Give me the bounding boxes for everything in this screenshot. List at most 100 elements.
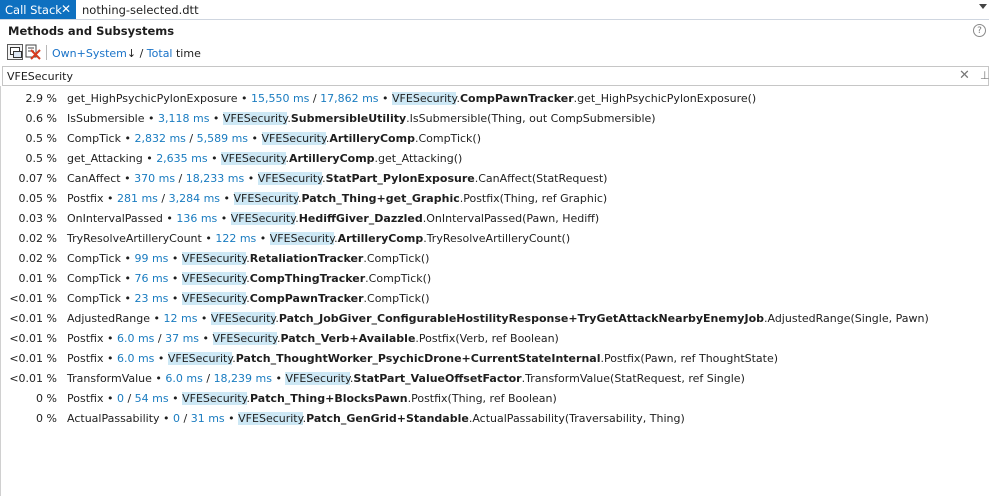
percent-value: 0.07 % [18,172,57,185]
time-slash: / [175,172,186,185]
class-name: HediffGiver_Dazzled [298,212,423,225]
own-time: 281 ms [116,192,158,205]
class-name: StatPart_PylonExposure [325,172,475,185]
list-item[interactable]: 0 % Postfix • 0 / 54 ms • VFESecurity.Pat… [0,389,989,409]
pin-icon[interactable]: ⊥ [980,69,989,82]
method-signature: .Postfix(Thing, ref Graphic) [459,192,608,205]
row-content: CompTick • 23 ms • VFESecurity.CompPawnT… [67,289,430,309]
list-item[interactable]: <0.01 % Postfix • 6.0 ms / 37 ms • VFESec… [0,329,989,349]
list-item[interactable]: 0.07 % CanAffect • 370 ms / 18,233 ms • V… [0,169,989,189]
method-signature: .get_HighPsychicPylonExposure() [573,92,757,105]
list-item[interactable]: 0.03 % OnIntervalPassed • 136 ms • VFESec… [0,209,989,229]
total-time: 3,284 ms [168,192,221,205]
row-content: TryResolveArtilleryCount • 122 ms • VFES… [67,229,570,249]
percent-value: 0.5 % [25,152,57,165]
row-content: ActualPassability • 0 / 31 ms • VFESecur… [67,409,685,429]
list-item[interactable]: <0.01 % TransformValue • 6.0 ms / 18,239 … [0,369,989,389]
own-time: 370 ms [134,172,176,185]
time-slash: / [157,192,169,205]
close-icon[interactable]: ✕ [61,2,71,16]
time-slash: / [202,372,214,385]
list-item[interactable]: 2.9 % get_HighPsychicPylonExposure • 15,5… [0,89,989,109]
list-item[interactable]: 0.05 % Postfix • 281 ms / 3,284 ms • VFES… [0,189,989,209]
percent-value: 0.5 % [25,132,57,145]
namespace-highlight: VFESecurity [221,152,286,165]
window-layout-icon[interactable] [7,44,23,60]
class-name: ArtilleryComp [337,232,424,245]
method-name: CanAffect [67,172,121,185]
tab-call-stack-label: Call Stack [5,2,62,17]
namespace-highlight: VFESecurity [230,212,296,225]
tab-nothing-selected[interactable]: nothing-selected.dtt [82,0,199,19]
class-name: CompPawnTracker [249,292,364,305]
method-signature: .TransformValue(StatRequest, ref Single) [521,372,745,385]
own-time: 0 [173,412,181,425]
total-time: 18,233 ms [185,172,245,185]
list-item[interactable]: <0.01 % Postfix • 6.0 ms • VFESecurity.Pa… [0,349,989,369]
row-content: CompTick • 76 ms • VFESecurity.CompThing… [67,269,431,289]
total-time: 54 ms [134,392,169,405]
list-item[interactable]: 0.5 % get_Attacking • 2,635 ms • VFESecur… [0,149,989,169]
list-item[interactable]: <0.01 % CompTick • 23 ms • VFESecurity.Co… [0,289,989,309]
chevron-down-icon[interactable] [979,4,987,9]
percent-value: 0.02 % [18,252,57,265]
time-slash: / [180,412,191,425]
mode-time-label: time [172,47,201,60]
method-signature: .IsSubmersible(Thing, out CompSubmersibl… [406,112,656,125]
row-content: Postfix • 0 / 54 ms • VFESecurity.Patch_… [67,389,557,409]
list-item[interactable]: 0.5 % CompTick • 2,832 ms / 5,589 ms • VF… [0,129,989,149]
own-system-link[interactable]: Own+System [52,47,127,60]
list-item[interactable]: <0.01 % AdjustedRange • 12 ms • VFESecuri… [0,309,989,329]
list-item[interactable]: 0.01 % CompTick • 76 ms • VFESecurity.Com… [0,269,989,289]
help-icon[interactable]: ? [973,24,986,37]
bullet-separator: • [142,152,157,165]
percent-value: 0 % [36,412,57,425]
time-slash: / [309,92,321,105]
own-time: 23 ms [134,292,169,305]
bullet-separator: • [199,332,213,345]
clear-search-icon[interactable]: ✕ [959,68,970,83]
bullet-separator: • [150,312,164,325]
bullet-separator: • [168,272,182,285]
method-name: Postfix [67,352,104,365]
method-name: TryResolveArtilleryCount [67,232,202,245]
method-name: TransformValue [67,372,152,385]
total-time: 5,589 ms [196,132,249,145]
class-name: Patch_Thing+BlocksPawn [250,392,408,405]
method-name: Postfix [67,332,104,345]
method-name: CompTick [67,292,121,305]
tab-call-stack[interactable]: Call Stack ✕ [0,0,76,19]
total-time: 37 ms [165,332,200,345]
percent-value: <0.01 % [9,352,57,365]
method-signature: .CompTick() [363,292,430,305]
toolbar-divider [46,45,47,60]
list-item[interactable]: 0.6 % IsSubmersible • 3,118 ms • VFESecur… [0,109,989,129]
list-item[interactable]: 0.02 % TryResolveArtilleryCount • 122 ms … [0,229,989,249]
sort-arrow-icon: ↓ [126,47,137,60]
method-name: get_Attacking [67,152,143,165]
class-name: ArtilleryComp [329,132,415,145]
namespace-highlight: VFESecurity [222,112,288,125]
exclude-icon[interactable] [25,44,41,60]
bullet-separator: • [237,92,251,105]
row-content: AdjustedRange • 12 ms • VFESecurity.Patc… [67,309,929,329]
list-item[interactable]: 0.02 % CompTick • 99 ms • VFESecurity.Ret… [0,249,989,269]
row-content: Postfix • 6.0 ms / 37 ms • VFESecurity .P… [67,329,559,349]
percent-value: 0.6 % [25,112,57,125]
percent-value: 2.9 % [25,92,57,105]
search-input[interactable] [7,69,907,83]
total-time: 31 ms [190,412,225,425]
namespace-highlight: VFESecurity [392,92,457,105]
bullet-separator: • [201,232,216,245]
namespace-highlight: VFESecurity [269,232,335,245]
total-link[interactable]: Total [147,47,173,60]
list-item[interactable]: 0 % ActualPassability • 0 / 31 ms • VFESe… [0,409,989,429]
class-name: RetaliationTracker [249,252,364,265]
bullet-separator: • [168,252,182,265]
bullet-separator: • [120,172,135,185]
bullet-separator: • [120,292,135,305]
row-content: get_Attacking • 2,635 ms • VFESecurity.A… [67,149,462,169]
namespace-highlight: VFESecurity [210,312,276,325]
bullet-separator: • [103,392,117,405]
method-signature: .Postfix(Pawn, ref ThoughtState) [600,352,779,365]
